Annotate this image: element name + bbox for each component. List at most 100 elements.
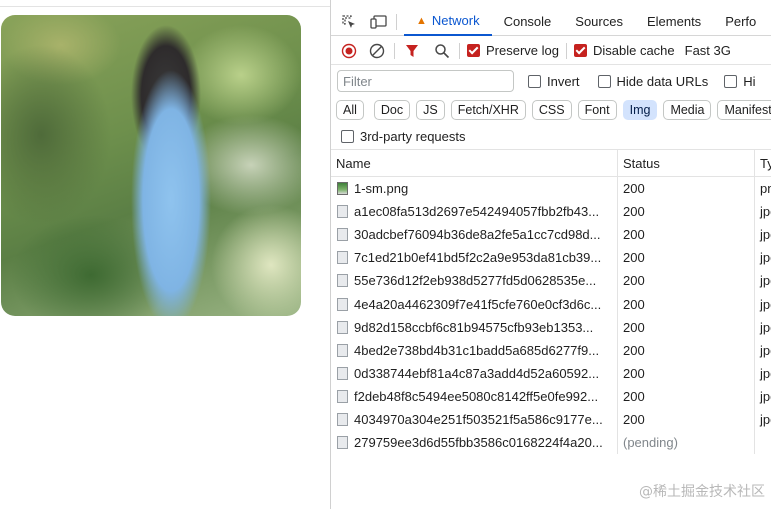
cell-status: 200 [618,292,755,316]
throttling-select[interactable]: Fast 3G [685,43,731,58]
tabbar-separator [396,13,397,30]
type-filter-js[interactable]: JS [416,100,445,120]
image-file-icon [337,297,348,311]
image-file-icon [337,274,348,288]
tab-console[interactable]: Console [492,8,564,36]
request-name: 9d82d158ccbf6c81b94575cfb93eb1353... [354,319,594,335]
request-name: 55e736d12f2eb938d5277fd5d0628535e... [354,273,597,289]
invert-checkbox[interactable] [528,74,541,88]
table-row[interactable]: 9d82d158ccbf6c81b94575cfb93eb1353... 200 j… [331,315,771,339]
inspect-element-icon[interactable] [339,12,359,32]
cell-status: 200 [618,361,755,385]
cell-type: jpe [760,365,771,381]
request-name: 1-sm.png [354,181,409,197]
table-row[interactable]: 4e4a20a4462309f7e41f5cfe760e0cf3d6c... 20… [331,292,771,316]
request-name: 0d338744ebf81a4c87a3add4d52a60592... [354,365,600,381]
image-file-icon [337,228,348,242]
page-divider [0,6,330,7]
device-toolbar-icon[interactable] [369,12,389,32]
hide-extension-urls-checkbox[interactable] [724,74,738,88]
tab-network[interactable]: ▲ Network [404,8,492,36]
clear-icon[interactable] [367,41,387,61]
devtools-panel: ▲ Network Console Sources Elements Perfo … [330,0,771,509]
cell-status: (pending) [618,431,755,455]
table-row[interactable]: 7c1ed21b0ef41bd5f2c2a9e953da81cb39... 200… [331,246,771,270]
type-filter-doc[interactable]: Doc [373,100,411,120]
invert-label: Invert [547,73,580,89]
table-row[interactable]: 4bed2e738bd4b31c1badd5a685d6277f9... 200 j… [331,338,771,362]
type-filter-fetch-xhr[interactable]: Fetch/XHR [450,100,526,120]
cell-name: 30adcbef76094b36de8a2fe5a1cc7cd98d... [331,223,618,247]
cell-status: 200 [618,177,755,201]
warning-icon: ▲ [416,14,427,27]
third-party-checkbox[interactable] [341,129,354,143]
request-name: 279759ee3d6d55fbb3586c0168224f4a20... [354,435,603,451]
table-row[interactable]: 55e736d12f2eb938d5277fd5d0628535e... 200 j… [331,269,771,293]
disable-cache-checkbox[interactable] [573,44,587,57]
image-file-icon [337,343,348,357]
devtools-tabbar: ▲ Network Console Sources Elements Perfo [331,8,771,36]
type-filter-img[interactable]: Img [622,100,658,120]
network-toolbar: Preserve log Disable cache Fast 3G [331,37,771,65]
image-file-icon [337,182,348,196]
image-file-icon [337,412,348,426]
requests-table: Name Status Typ 1-sm.png 200 pn a1ec08fa513… [331,149,771,509]
record-icon[interactable] [339,41,359,61]
table-header: Name Status Typ [331,149,771,177]
cell-type [755,431,771,454]
tab-elements[interactable]: Elements [635,8,713,36]
cell-type: jpe [760,342,771,358]
image-file-icon [337,251,348,265]
request-name: 7c1ed21b0ef41bd5f2c2a9e953da81cb39... [354,250,602,266]
cell-name: 55e736d12f2eb938d5277fd5d0628535e... [331,269,618,293]
filter-icon[interactable] [402,41,422,61]
request-name: 4bed2e738bd4b31c1badd5a685d6277f9... [354,342,600,358]
cell-type: jpe [760,204,771,220]
cell-type: jpe [760,227,771,243]
image-file-icon [337,205,348,219]
table-row[interactable]: 4034970a304e251f503521f5a586c9177e... 200… [331,407,771,432]
column-status[interactable]: Status [618,150,755,176]
table-row[interactable]: 0d338744ebf81a4c87a3add4d52a60592... 200 j… [331,361,771,385]
table-row[interactable]: 30adcbef76094b36de8a2fe5a1cc7cd98d... 200… [331,223,771,247]
page-preview [0,0,330,509]
table-row[interactable]: 1-sm.png 200 pn [331,177,771,201]
type-filter-font[interactable]: Font [577,100,617,120]
image-file-icon [337,389,348,403]
filter-input[interactable] [337,70,514,92]
column-name[interactable]: Name [331,150,618,176]
cell-name: 4e4a20a4462309f7e41f5cfe760e0cf3d6c... [331,292,618,316]
toolbar-separator [394,42,395,59]
cell-type: jpe [760,273,771,289]
column-type[interactable]: Typ [755,150,771,176]
table-row[interactable]: 279759ee3d6d55fbb3586c0168224f4a20... (pe… [331,431,771,455]
image-file-icon [337,436,348,450]
disable-cache-label: Disable cache [592,43,675,58]
hide-data-urls-checkbox[interactable] [597,74,611,88]
cell-type: jpe [760,250,771,266]
cell-name: 7c1ed21b0ef41bd5f2c2a9e953da81cb39... [331,246,618,270]
toolbar-separator [459,42,460,59]
search-icon[interactable] [432,41,452,61]
preserve-log-checkbox[interactable] [467,44,480,57]
request-name: 4034970a304e251f503521f5a586c9177e... [354,411,603,427]
cell-status: 200 [618,407,755,432]
cell-status: 200 [618,315,755,339]
preserve-log-label: Preserve log [486,43,559,58]
table-row[interactable]: f2deb48f8c5494ee5080c8142ff5e0fe992... 20… [331,384,771,408]
type-filter-css[interactable]: CSS [531,100,572,120]
table-row[interactable]: a1ec08fa513d2697e542494057fbb2fb43... 200… [331,200,771,224]
tab-performance[interactable]: Perfo [713,8,768,36]
image-file-icon [337,366,348,380]
preview-image [1,15,301,316]
request-name: a1ec08fa513d2697e542494057fbb2fb43... [354,204,600,220]
cell-name: 4bed2e738bd4b31c1badd5a685d6277f9... [331,338,618,362]
cell-name: 4034970a304e251f503521f5a586c9177e... [331,407,618,432]
tab-sources[interactable]: Sources [563,8,635,36]
third-party-row: 3rd-party requests [331,124,771,148]
cell-name: 1-sm.png [331,177,618,201]
type-filter-manifest[interactable]: Manifest [717,100,771,120]
type-filter-all[interactable]: All [336,100,364,120]
type-filter-media[interactable]: Media [663,100,712,120]
cell-type: jpe [760,296,771,312]
